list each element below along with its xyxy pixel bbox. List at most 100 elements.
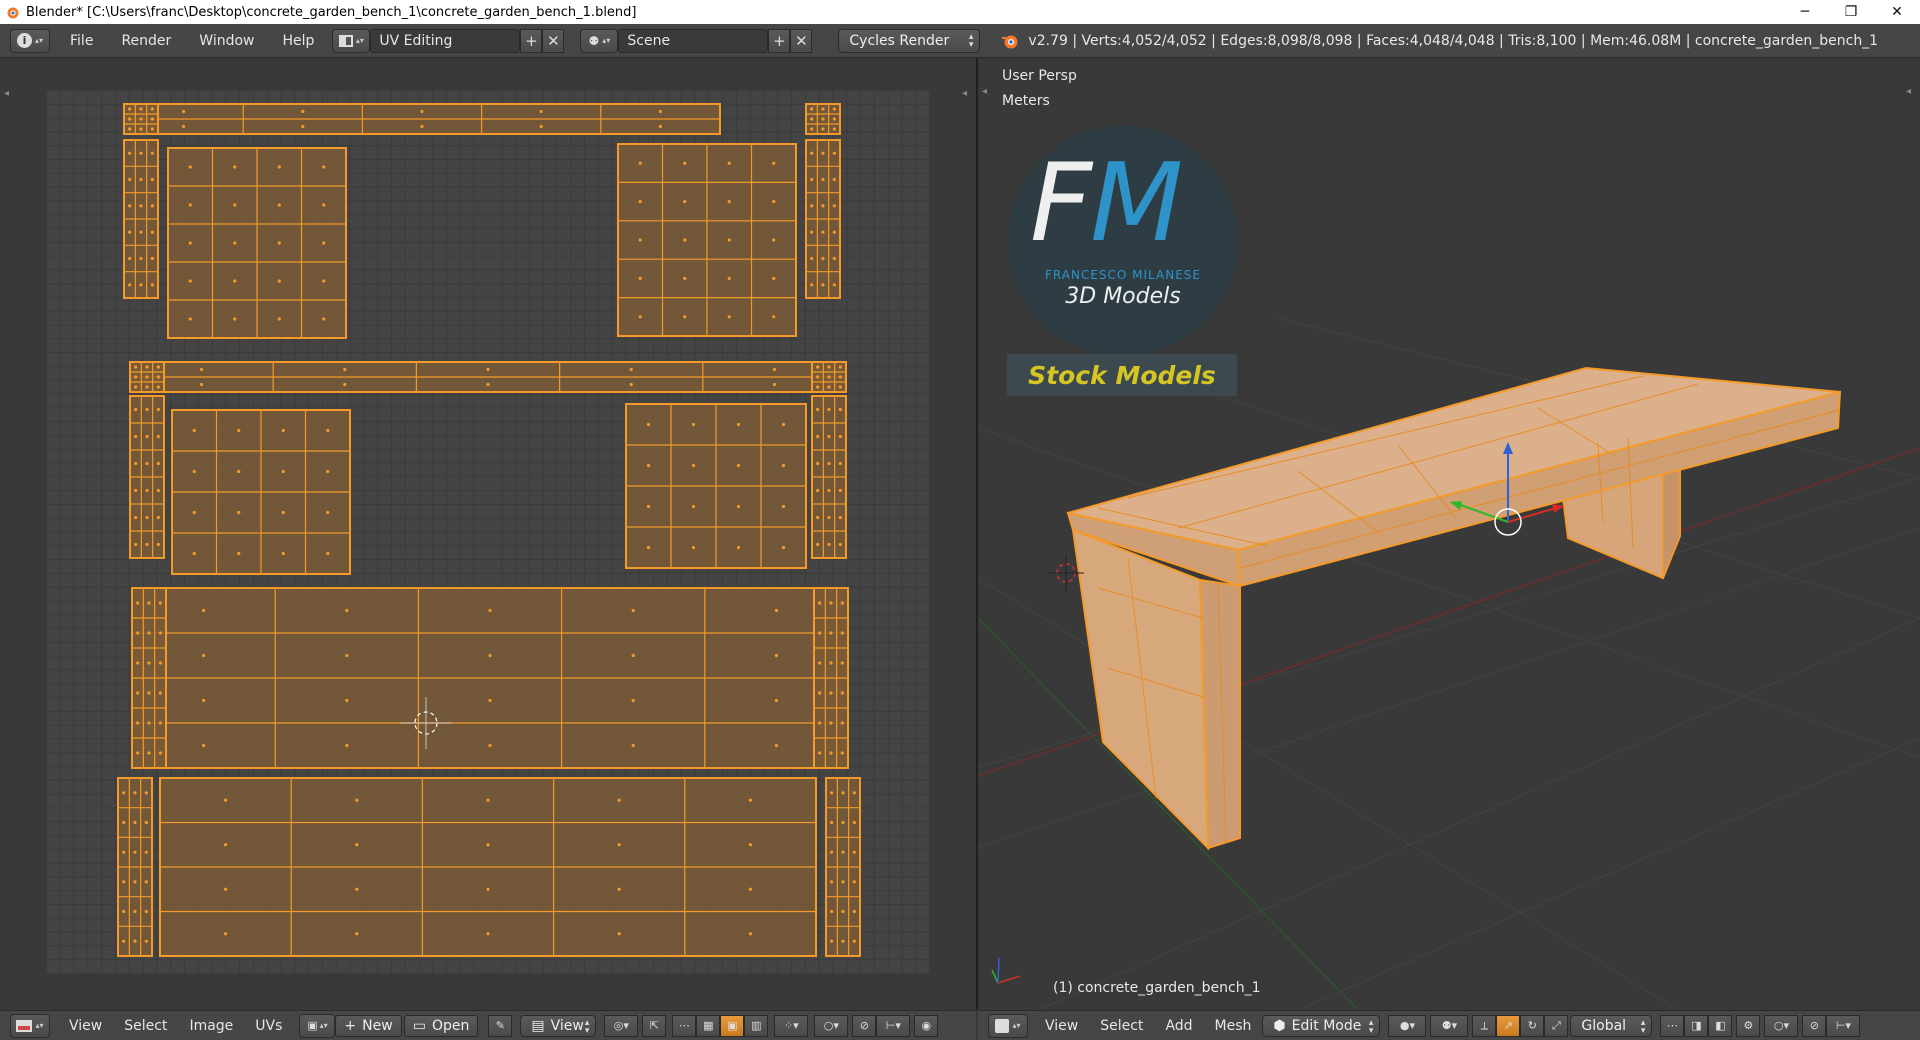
sync-selection-icon[interactable]: ⇱ [642, 1014, 667, 1037]
uv-image-editor[interactable]: ◂ ◂ [0, 58, 976, 1010]
view-name-label: User Persp [1002, 68, 1077, 84]
menu-window[interactable]: Window [185, 29, 268, 53]
uv-island-panel[interactable] [617, 143, 797, 337]
uv-island-long-panel[interactable] [159, 777, 817, 957]
maximize-button[interactable]: ❐ [1828, 0, 1874, 24]
sticky-selection-icon[interactable]: ⁘▾ [774, 1014, 809, 1037]
new-image-button[interactable]: + New [335, 1014, 402, 1037]
region-toggle-arrow-left[interactable]: ◂ [4, 88, 9, 99]
uv-island-long-panel[interactable] [131, 587, 849, 769]
scene-statistics: v2.79 | Verts:4,052/4,052 | Edges:8,098/… [1028, 32, 1879, 49]
uv-island-corner[interactable] [805, 103, 841, 135]
region-toggle-arrow-right[interactable]: ◂ [1906, 86, 1911, 97]
manipulator-icon[interactable]: ⟂ [1472, 1014, 1497, 1037]
limit-selection-icon[interactable]: ⚙ [1736, 1014, 1761, 1037]
add-scene-button[interactable]: + [768, 28, 791, 53]
uv-island-strip[interactable] [129, 361, 847, 393]
edit-mode-icon: ⬢ [1273, 1017, 1286, 1034]
uv-island-strip[interactable] [123, 103, 721, 135]
region-toggle-arrow-right[interactable]: ◂ [962, 88, 967, 99]
edge-select-icon[interactable]: ▦ [696, 1014, 721, 1037]
render-slot-icon[interactable]: ◉ [914, 1014, 939, 1037]
snap-icon[interactable]: ⊘ [852, 1014, 877, 1037]
render-engine-dropdown[interactable]: Cycles Render ▴ ▾ [838, 28, 981, 53]
editor-type-button[interactable]: ▴▾ [988, 1013, 1028, 1038]
editor-type-button[interactable]: ▴▾ [10, 1013, 50, 1038]
snap-element-icon[interactable]: ⊢▾ [876, 1014, 911, 1037]
scale-manipulator-icon[interactable]: ⤢ [1544, 1014, 1569, 1037]
screen-layout-selector[interactable]: ▴▾ [332, 28, 371, 53]
uv-island-side[interactable] [123, 139, 159, 299]
pivot-point-icon[interactable]: ⚉▾ [1430, 1014, 1469, 1037]
region-toggle-arrow-left[interactable]: ◂ [982, 86, 987, 97]
view-mode-dropdown[interactable]: ▤ View ▴ ▾ [520, 1014, 597, 1037]
open-image-button[interactable]: ▭ Open [403, 1014, 479, 1037]
window-title: Blender* [C:\Users\franc\Desktop\concret… [26, 4, 637, 20]
blender-window: Blender* [C:\Users\franc\Desktop\concret… [0, 0, 1920, 1040]
view-mode-icon: ▤ [531, 1017, 545, 1034]
uv-island-corner[interactable] [129, 361, 165, 393]
view3d-menu-view[interactable]: View [1034, 1018, 1089, 1034]
menu-render[interactable]: Render [107, 29, 185, 53]
pin-icon[interactable]: ✎ [488, 1014, 513, 1037]
menu-file[interactable]: File [56, 29, 107, 53]
uv-island-panel[interactable] [167, 147, 347, 339]
transform-orientation-dropdown[interactable]: Global ▴ ▾ [1570, 1014, 1653, 1037]
face-select-icon[interactable]: ◧ [1708, 1014, 1733, 1037]
uv-island-side[interactable] [129, 395, 165, 559]
editor-type-info-button[interactable]: i ▴▾ [10, 28, 50, 53]
view3d-menu-mesh[interactable]: Mesh [1204, 1018, 1263, 1034]
close-button[interactable]: ✕ [1874, 0, 1920, 24]
scene-selector[interactable]: ⚉ ▴▾ [580, 28, 619, 53]
add-layout-button[interactable]: + [520, 28, 543, 53]
uv-island-side[interactable] [131, 587, 167, 769]
3d-view-icon [995, 1018, 1010, 1033]
stock-models-banner: Stock Models [1007, 354, 1237, 396]
menu-help[interactable]: Help [268, 29, 328, 53]
view-axes-indicator [991, 957, 1021, 984]
uv-menu-select[interactable]: Select [113, 1018, 178, 1034]
uv-island-side[interactable] [805, 139, 841, 299]
layout-name-field[interactable]: UV Editing [370, 28, 521, 53]
rotate-manipulator-icon[interactable]: ↻ [1520, 1014, 1545, 1037]
window-titlebar: Blender* [C:\Users\franc\Desktop\concret… [0, 0, 1920, 24]
uv-islands[interactable] [0, 58, 976, 1010]
uv-island-side[interactable] [117, 777, 153, 957]
view3d-menu-select[interactable]: Select [1089, 1018, 1154, 1034]
image-browse-button[interactable]: ▣ ▴▾ [299, 1013, 336, 1038]
proportional-edit-icon[interactable]: ○▾ [1764, 1014, 1799, 1037]
uv-island-panel[interactable] [171, 409, 351, 575]
uv-menu-image[interactable]: Image [178, 1018, 244, 1034]
uv-island-panel[interactable] [625, 403, 807, 569]
viewport-shading-icon[interactable]: ●▾ [1388, 1014, 1427, 1037]
edge-select-icon[interactable]: ◨ [1684, 1014, 1709, 1037]
uv-menu-uvs[interactable]: UVs [244, 1018, 293, 1034]
scene-name-field[interactable]: Scene [618, 28, 769, 53]
bench-mesh[interactable] [1066, 366, 1842, 851]
remove-scene-button[interactable]: ✕ [790, 28, 813, 53]
logo-letter-m: M [1090, 141, 1183, 266]
island-select-icon[interactable]: ▥ [744, 1014, 769, 1037]
proportional-edit-icon[interactable]: ○▾ [814, 1014, 849, 1037]
uv-menu-view[interactable]: View [58, 1018, 113, 1034]
snap-icon[interactable]: ⊘ [1802, 1014, 1827, 1037]
mode-dropdown[interactable]: ⬢ Edit Mode ▴ ▾ [1262, 1014, 1381, 1037]
minimize-button[interactable]: ─ [1782, 0, 1828, 24]
pivot-point-icon[interactable]: ◎▾ [604, 1014, 639, 1037]
view3d-menu-add[interactable]: Add [1154, 1018, 1203, 1034]
uv-island-side[interactable] [813, 587, 849, 769]
uv-island-corner[interactable] [123, 103, 159, 135]
snap-element-icon[interactable]: ⊢▾ [1826, 1014, 1861, 1037]
units-label: Meters [1002, 93, 1050, 109]
logo-subtitle: 3D Models [1065, 284, 1181, 309]
3d-viewport[interactable]: User Persp Meters (1) concrete_garden_be… [978, 58, 1920, 1010]
plus-icon: + [525, 31, 538, 50]
vertex-select-icon[interactable]: ⋯ [672, 1014, 697, 1037]
uv-island-corner[interactable] [811, 361, 847, 393]
vertex-select-icon[interactable]: ⋯ [1660, 1014, 1685, 1037]
translate-manipulator-icon[interactable]: ↗ [1496, 1014, 1521, 1037]
uv-island-side[interactable] [825, 777, 861, 957]
uv-island-side[interactable] [811, 395, 847, 559]
face-select-icon[interactable]: ▣ [720, 1014, 745, 1037]
remove-layout-button[interactable]: ✕ [542, 28, 565, 53]
